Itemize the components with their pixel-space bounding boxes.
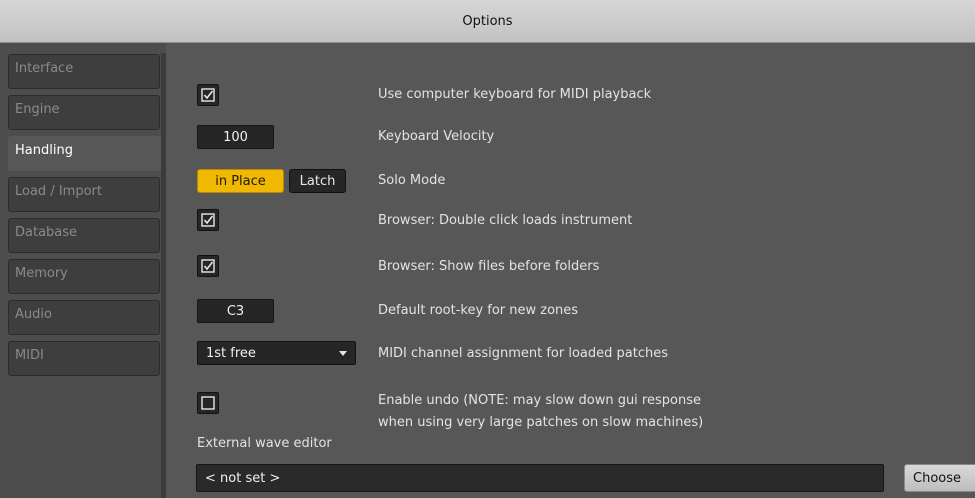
enable-undo-checkbox[interactable] bbox=[197, 392, 219, 414]
checkbox-empty-icon bbox=[201, 396, 215, 410]
checkmark-icon bbox=[201, 88, 215, 102]
external-editor-label: External wave editor bbox=[197, 436, 332, 451]
external-editor-path-field[interactable]: < not set > bbox=[196, 464, 884, 492]
browser-double-click-checkbox[interactable] bbox=[197, 209, 219, 231]
tab-midi[interactable]: MIDI bbox=[8, 341, 160, 376]
browser-double-click-label: Browser: Double click loads instrument bbox=[378, 213, 633, 228]
solo-mode-label: Solo Mode bbox=[378, 173, 446, 188]
tab-handling[interactable]: Handling bbox=[8, 136, 166, 171]
browser-files-first-label: Browser: Show files before folders bbox=[378, 259, 600, 274]
enable-undo-label-line2: when using very large patches on slow ma… bbox=[378, 415, 704, 430]
options-sidebar: Interface Engine Handling Load / Import … bbox=[0, 43, 166, 498]
handling-panel: Use computer keyboard for MIDI playback … bbox=[166, 43, 975, 498]
choose-button[interactable]: Choose bbox=[904, 464, 975, 492]
keyboard-velocity-field[interactable]: 100 bbox=[197, 125, 274, 149]
window-titlebar: Options bbox=[0, 0, 975, 43]
checkmark-icon bbox=[201, 213, 215, 227]
tab-load-import[interactable]: Load / Import bbox=[8, 177, 160, 212]
solo-in-place-button[interactable]: in Place bbox=[197, 169, 284, 193]
tab-database[interactable]: Database bbox=[8, 218, 160, 253]
root-key-field[interactable]: C3 bbox=[197, 299, 274, 323]
tab-interface[interactable]: Interface bbox=[8, 54, 160, 89]
checkmark-icon bbox=[201, 259, 215, 273]
keyboard-midi-label: Use computer keyboard for MIDI playback bbox=[378, 87, 652, 102]
keyboard-velocity-label: Keyboard Velocity bbox=[378, 129, 495, 144]
midi-channel-value: 1st free bbox=[206, 345, 256, 361]
keyboard-midi-checkbox[interactable] bbox=[197, 84, 219, 106]
chevron-down-icon bbox=[339, 351, 347, 356]
midi-channel-dropdown[interactable]: 1st free bbox=[197, 341, 356, 365]
window-title: Options bbox=[462, 13, 513, 29]
browser-files-first-checkbox[interactable] bbox=[197, 255, 219, 277]
tab-audio[interactable]: Audio bbox=[8, 300, 160, 335]
root-key-label: Default root-key for new zones bbox=[378, 303, 579, 318]
enable-undo-label-line1: Enable undo (NOTE: may slow down gui res… bbox=[378, 393, 701, 408]
midi-channel-label: MIDI channel assignment for loaded patch… bbox=[378, 346, 668, 361]
tab-engine[interactable]: Engine bbox=[8, 95, 160, 130]
solo-latch-button[interactable]: Latch bbox=[289, 169, 346, 193]
tab-memory[interactable]: Memory bbox=[8, 259, 160, 294]
